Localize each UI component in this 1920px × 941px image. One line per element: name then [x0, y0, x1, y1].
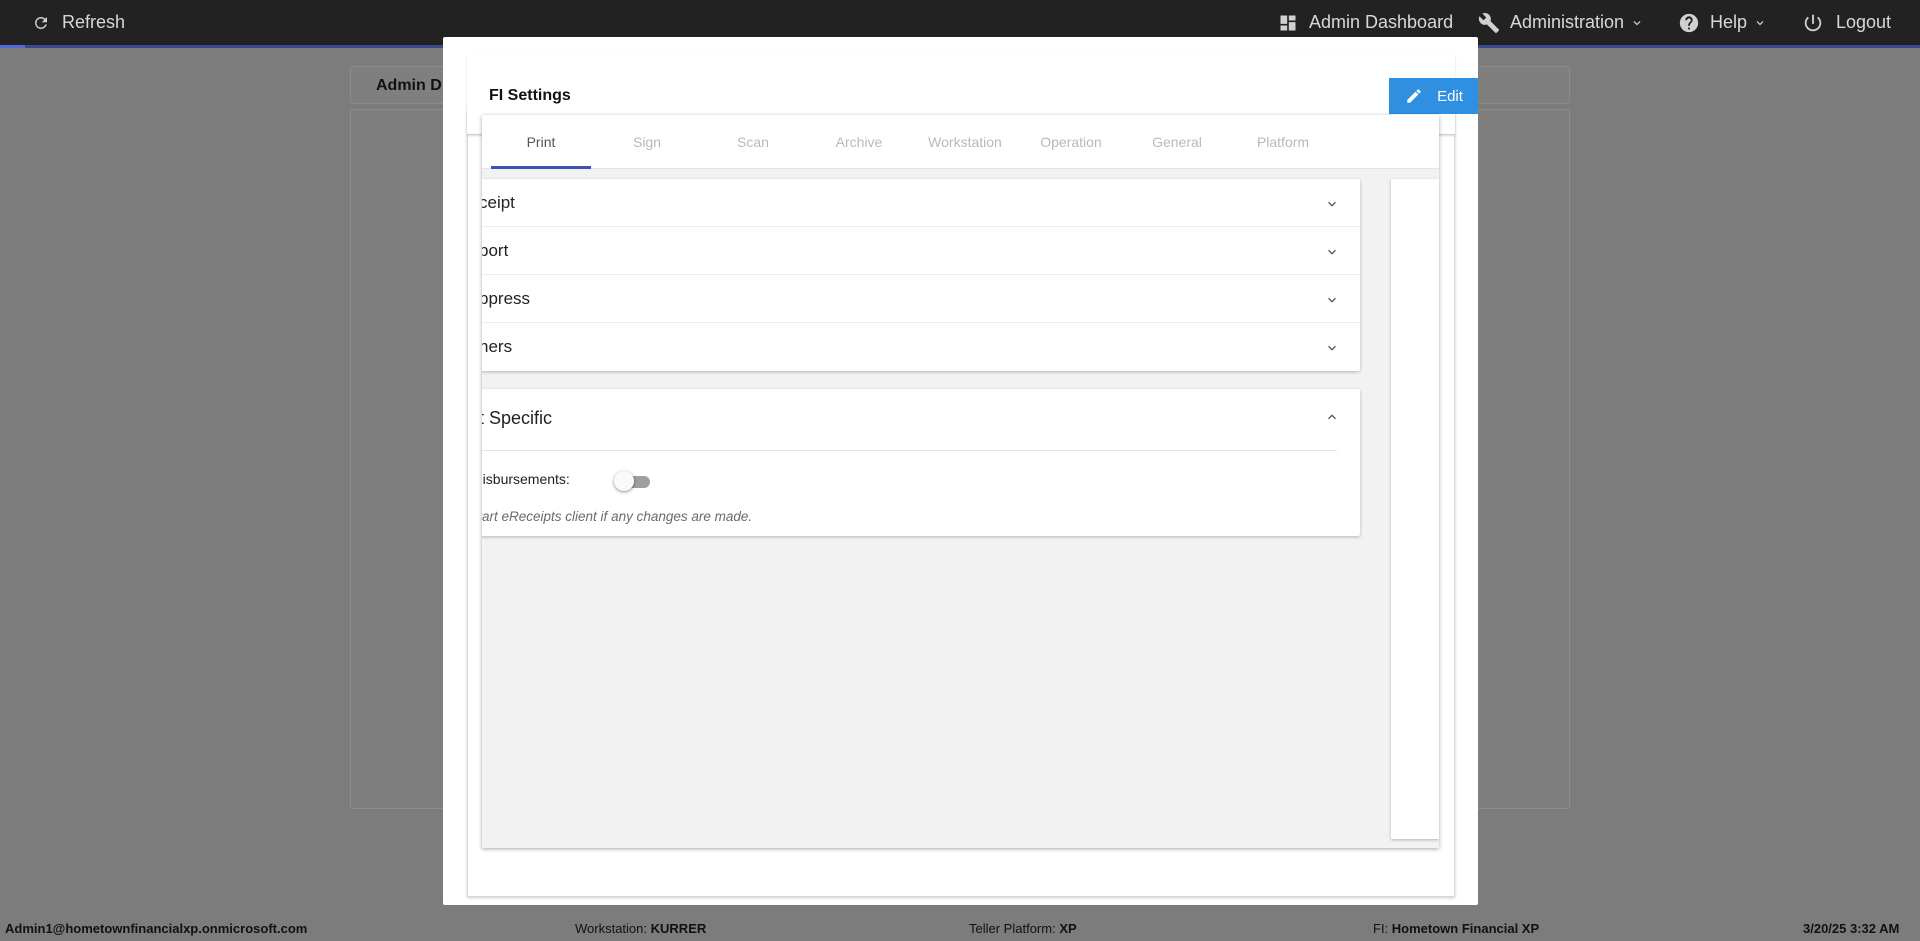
loading-indicator — [0, 45, 25, 48]
logout-label: Logout — [1836, 12, 1892, 32]
chevron-down-icon — [1328, 297, 1336, 303]
tab-platform[interactable]: Platform — [1233, 115, 1333, 169]
chevron-down-icon — [1328, 249, 1336, 255]
tab-sign[interactable]: Sign — [597, 115, 697, 169]
restart-note: estart eReceipts client if any changes a… — [482, 509, 753, 524]
section-report[interactable]: port — [482, 227, 1360, 275]
workstation-label: Workstation: — [575, 921, 648, 936]
modal-title: FI Settings — [489, 87, 571, 104]
help-menu[interactable]: Help — [1678, 0, 1767, 45]
chevron-down-icon — [1328, 201, 1336, 207]
disbursements-toggle[interactable] — [614, 471, 650, 491]
fi-value: Hometown Financial XP — [1391, 921, 1540, 936]
chevron-down-icon — [1328, 345, 1336, 351]
power-icon — [1804, 14, 1822, 31]
section-others[interactable]: hers — [482, 323, 1360, 371]
section-label: ceipt — [482, 193, 515, 212]
background-page-title: Admin D — [376, 77, 442, 94]
divider — [482, 450, 1337, 451]
admin-dashboard-label: Admin Dashboard — [1309, 12, 1454, 32]
status-fi: FI: Hometown Financial XP — [1373, 921, 1539, 936]
trust-section-title[interactable]: st Specific — [482, 408, 552, 429]
logout-button[interactable]: Logout — [1802, 0, 1891, 45]
tab-workstation[interactable]: Workstation — [915, 115, 1015, 169]
administration-menu[interactable]: Administration — [1478, 0, 1644, 45]
toggle-knob — [614, 471, 634, 491]
teller-platform-label: Teller Platform: — [969, 921, 1056, 936]
edit-button[interactable]: Edit — [1389, 78, 1478, 114]
section-receipt[interactable]: ceipt — [482, 179, 1360, 227]
status-datetime: 3/20/25 3:32 AM — [1803, 921, 1900, 936]
settings-tabs: Print Sign Scan Archive Workstation Oper… — [482, 115, 1439, 169]
tab-archive[interactable]: Archive — [809, 115, 909, 169]
refresh-button[interactable]: Refresh — [32, 0, 125, 45]
dashboard-icon — [1280, 15, 1296, 30]
refresh-label: Refresh — [62, 12, 126, 32]
status-teller-platform: Teller Platform: XP — [969, 921, 1077, 936]
refresh-icon — [35, 16, 47, 29]
section-label: port — [482, 241, 509, 260]
section-label: hers — [482, 337, 513, 356]
print-sections-accordion: ceipt port ppress hers — [482, 179, 1360, 371]
tab-scan[interactable]: Scan — [703, 115, 803, 169]
tab-operation[interactable]: Operation — [1021, 115, 1121, 169]
active-tab-indicator — [491, 166, 591, 169]
chevron-up-icon[interactable] — [1324, 409, 1340, 425]
status-workstation: Workstation: KURRER — [575, 921, 706, 936]
fi-label: FI: — [1373, 921, 1389, 936]
side-panel — [1391, 179, 1439, 839]
disbursements-toggle-label: nt Disbursements: — [482, 471, 570, 487]
help-icon — [1679, 13, 1699, 32]
teller-platform-value: XP — [1059, 921, 1077, 936]
tab-general[interactable]: General — [1127, 115, 1227, 169]
chevron-down-icon — [1633, 20, 1641, 25]
wrench-icon — [1478, 12, 1500, 33]
administration-label: Administration — [1510, 12, 1625, 32]
trust-specific-section: st Specific nt Disbursements: estart eRe… — [482, 389, 1360, 536]
status-user: Admin1@hometownfinancialxp.onmicrosoft.c… — [5, 921, 308, 936]
workstation-value: KURRER — [650, 921, 707, 936]
chevron-down-icon — [1756, 20, 1764, 25]
settings-panel: Print Sign Scan Archive Workstation Oper… — [482, 115, 1439, 848]
help-label: Help — [1710, 12, 1748, 32]
section-suppress[interactable]: ppress — [482, 275, 1360, 323]
edit-label: Edit — [1437, 87, 1463, 105]
section-label: ppress — [482, 289, 531, 308]
tab-print[interactable]: Print — [491, 115, 591, 169]
status-bar: Admin1@hometownfinancialxp.onmicrosoft.c… — [0, 914, 1920, 941]
pencil-icon — [1407, 89, 1421, 103]
